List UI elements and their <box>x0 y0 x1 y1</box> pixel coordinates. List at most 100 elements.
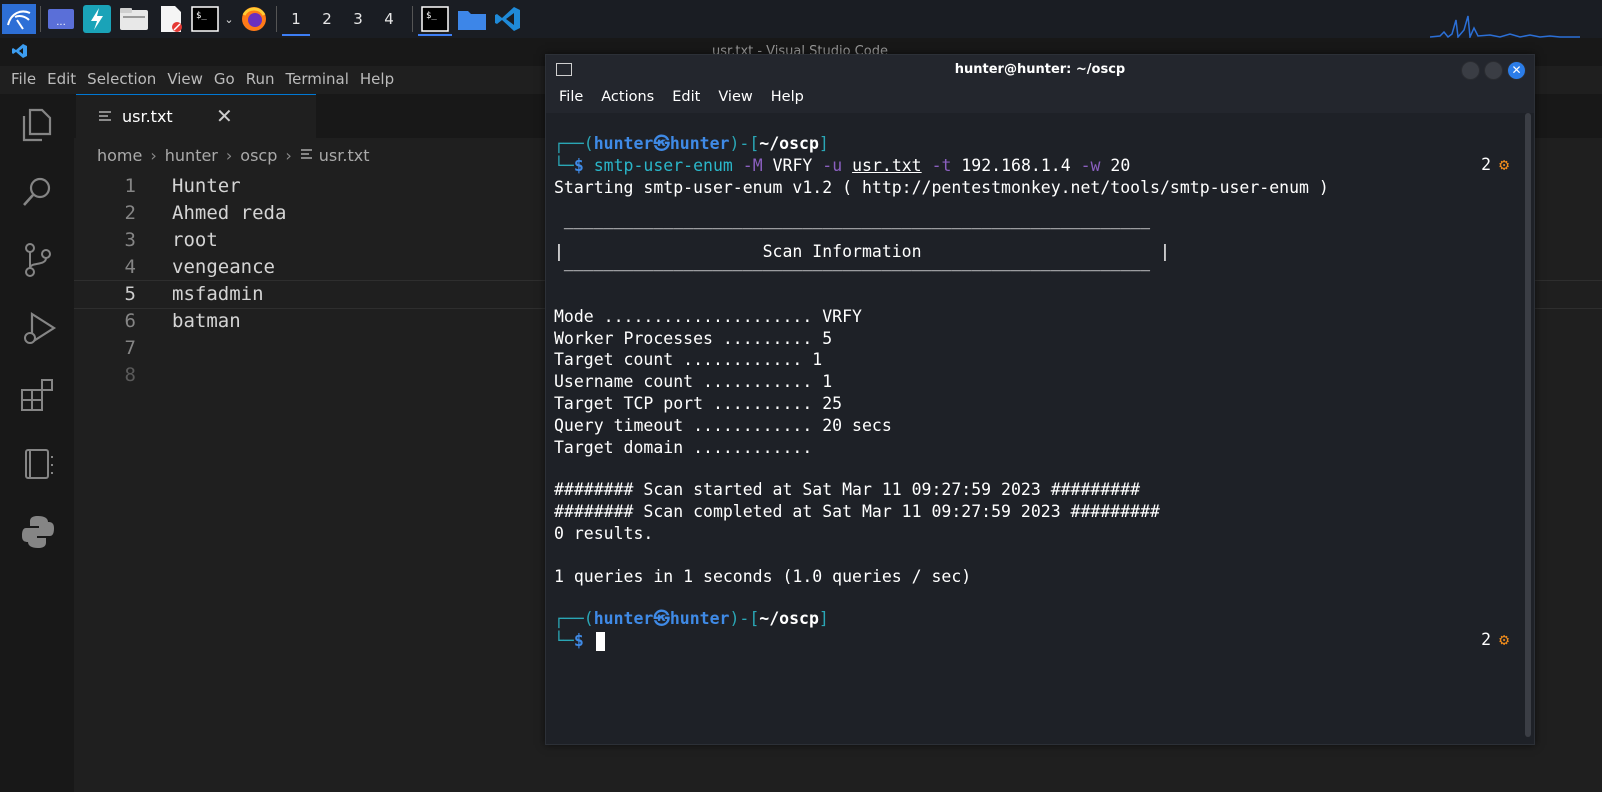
taskbar-separator <box>412 6 413 32</box>
menu-edit[interactable]: Edit <box>36 66 76 94</box>
output-line: Starting smtp-user-enum v1.2 ( http://pe… <box>554 178 1329 197</box>
line-number: 2 <box>124 202 136 224</box>
breadcrumb-file[interactable]: usr.txt <box>319 146 370 165</box>
command-option: -u <box>822 156 843 175</box>
output-line: ######## Scan started at Sat Mar 11 09:2… <box>554 480 1141 499</box>
job-badge: 2 ⚙ <box>1481 630 1509 649</box>
menu-help[interactable]: Help <box>349 66 394 94</box>
line-text: batman <box>172 310 241 332</box>
python-icon[interactable] <box>18 512 58 552</box>
term-menu-actions[interactable]: Actions <box>588 85 659 113</box>
breadcrumb-oscp[interactable]: oscp <box>240 146 277 165</box>
term-menu-view[interactable]: View <box>705 85 757 113</box>
command-option: -w <box>1080 156 1101 175</box>
command-arg: usr.txt <box>852 156 922 175</box>
line-number: 5 <box>124 283 136 305</box>
prompt-host: hunter <box>669 134 730 153</box>
vscode-menubar: File Edit Selection View Go Run Terminal… <box>0 66 394 94</box>
line-text: vengeance <box>172 256 275 278</box>
terminal-titlebar[interactable]: hunter@hunter: ~/oscp ✕ <box>546 55 1534 85</box>
svg-text:$_: $_ <box>196 11 207 21</box>
tab-label: usr.txt <box>122 107 173 126</box>
extensions-icon[interactable] <box>18 376 58 416</box>
chevron-down-icon[interactable]: ⌄ <box>222 4 236 34</box>
vscode-window-icon[interactable] <box>492 4 524 34</box>
taskbar: ... $_ ⌄ 1 2 3 4 $_ <box>0 0 1602 38</box>
term-menu-help[interactable]: Help <box>758 85 809 113</box>
prompt-symbol: $ <box>573 631 584 650</box>
workspace-4[interactable]: 4 <box>375 4 403 34</box>
line-number: 3 <box>124 229 136 251</box>
output-line: 1 queries in 1 seconds (1.0 queries / se… <box>554 567 972 586</box>
output-line: Target TCP port .......... 25 <box>554 394 843 413</box>
terminal-window: hunter@hunter: ~/oscp ✕ File Actions Edi… <box>545 54 1535 745</box>
line-number: 8 <box>124 364 136 386</box>
output-box-rule-bottom: ________________________________________… <box>554 252 1151 271</box>
firefox-icon[interactable] <box>238 4 270 34</box>
workspace-3[interactable]: 3 <box>344 4 372 34</box>
svg-text:$_: $_ <box>426 11 437 21</box>
job-count: 2 <box>1481 155 1492 174</box>
kali-menu-icon[interactable] <box>2 4 36 34</box>
close-button[interactable]: ✕ <box>1507 61 1526 80</box>
output-line: 0 results. <box>554 524 654 543</box>
breadcrumb: home › hunter › oscp › usr.txt <box>97 146 369 165</box>
search-icon[interactable] <box>18 172 58 212</box>
prompt-dir: ~/oscp <box>759 609 819 628</box>
output-line: Query timeout ............ 20 secs <box>554 416 892 435</box>
remote-explorer-icon[interactable] <box>18 444 58 484</box>
workspace-1[interactable]: 1 <box>282 4 310 36</box>
gear-icon: ⚙ <box>1499 155 1509 174</box>
text-editor-icon[interactable] <box>156 4 186 34</box>
terminal-output[interactable]: ┌──(hunter㉿hunter)-[~/oscp] └─$ smtp-use… <box>554 121 1509 736</box>
terminal-scrollbar[interactable] <box>1525 113 1531 737</box>
line-number: 1 <box>124 175 136 197</box>
output-line: Target count ............ 1 <box>554 350 823 369</box>
explorer-icon[interactable] <box>18 104 58 144</box>
term-menu-edit[interactable]: Edit <box>659 85 705 113</box>
terminal-window-button[interactable]: $_ <box>418 4 452 36</box>
file-manager-icon[interactable] <box>118 4 150 34</box>
folder-window-icon[interactable] <box>456 4 488 34</box>
breadcrumb-hunter[interactable]: hunter <box>165 146 218 165</box>
source-control-icon[interactable] <box>18 240 58 280</box>
run-debug-icon[interactable] <box>18 308 58 348</box>
job-count: 2 <box>1481 630 1492 649</box>
activity-bar <box>0 94 74 792</box>
prompt-host: hunter <box>669 609 730 628</box>
menu-view[interactable]: View <box>156 66 203 94</box>
line-text: msfadmin <box>172 283 264 305</box>
maximize-button[interactable] <box>1484 61 1503 80</box>
terminal-menubar: File Actions Edit View Help <box>546 85 1534 113</box>
term-menu-file[interactable]: File <box>546 85 588 113</box>
vscode-logo-icon <box>12 43 28 63</box>
terminal-title: hunter@hunter: ~/oscp <box>954 62 1126 77</box>
command-arg: 192.168.1.4 <box>961 156 1071 175</box>
bolt-launcher-icon[interactable] <box>82 4 112 34</box>
tab-usr-txt[interactable]: usr.txt ✕ <box>76 94 316 139</box>
taskbar-separator <box>276 6 277 32</box>
prompt-line: ┌──(hunter㉿hunter)-[~/oscp] <box>554 134 829 153</box>
command-arg: 20 <box>1110 156 1131 175</box>
terminal-launcher-icon[interactable]: $_ <box>190 4 220 34</box>
menu-selection[interactable]: Selection <box>76 66 156 94</box>
tab-close-icon[interactable]: ✕ <box>216 104 233 128</box>
output-line: Worker Processes ......... 5 <box>554 329 833 348</box>
text-cursor <box>595 632 605 651</box>
output-box-rule: ________________________________________… <box>554 210 1151 229</box>
command-option: -M <box>742 156 763 175</box>
menu-go[interactable]: Go <box>203 66 235 94</box>
workspace-2[interactable]: 2 <box>313 4 341 34</box>
line-text: Ahmed reda <box>172 202 287 224</box>
command-line-input[interactable]: └─$ <box>554 630 605 652</box>
menu-run[interactable]: Run <box>235 66 275 94</box>
menu-file[interactable]: File <box>0 66 36 94</box>
breadcrumb-home[interactable]: home <box>97 146 142 165</box>
output-line: ######## Scan completed at Sat Mar 11 09… <box>554 502 1160 521</box>
minimize-button[interactable] <box>1461 61 1480 80</box>
prompt-dir: ~/oscp <box>759 134 819 153</box>
menu-terminal[interactable]: Terminal <box>275 66 349 94</box>
desktop-switcher-icon[interactable]: ... <box>46 4 76 34</box>
line-text: Hunter <box>172 175 241 197</box>
line-text: root <box>172 229 218 251</box>
